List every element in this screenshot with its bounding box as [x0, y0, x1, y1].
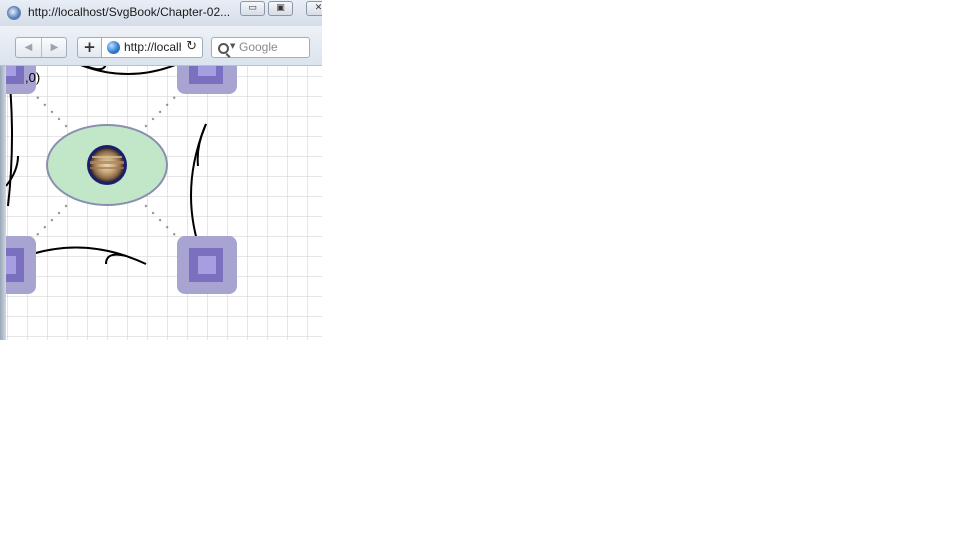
maximize-icon: ▣	[276, 3, 285, 13]
square-top-right	[177, 66, 237, 94]
forward-button[interactable]: ▶	[42, 38, 67, 57]
back-button[interactable]: ◀	[16, 38, 42, 57]
search-input[interactable]: Google	[239, 40, 278, 54]
browser-window: http://localhost/SvgBook/Chapter-02... ▭…	[0, 0, 322, 340]
address-input[interactable]: http://localhost/SvgBook/	[124, 40, 181, 54]
square-bottom-right	[177, 236, 237, 294]
coordinate-label: ,0)	[25, 70, 40, 85]
grid-background	[6, 66, 322, 340]
window-title: http://localhost/SvgBook/Chapter-02...	[28, 5, 231, 19]
jupiter-image	[87, 145, 127, 185]
close-button[interactable]: ✕	[306, 1, 322, 16]
search-engine-dropdown-icon[interactable]: ▼	[230, 42, 235, 50]
navigation-toolbar: ◀ ▶ + http://localhost/SvgBook/ ↻ ▼ Goog…	[0, 26, 322, 66]
title-bar[interactable]: http://localhost/SvgBook/Chapter-02... ▭…	[0, 0, 322, 26]
close-icon: ✕	[314, 3, 322, 13]
address-bar[interactable]: http://localhost/SvgBook/ ↻	[102, 37, 203, 58]
browser-app-icon	[7, 6, 21, 20]
maximize-button[interactable]: ▣	[268, 1, 293, 16]
search-icon[interactable]	[218, 43, 229, 54]
globe-icon	[107, 41, 120, 54]
reload-icon[interactable]: ↻	[186, 39, 197, 54]
forward-arrow-icon: ▶	[50, 42, 59, 53]
back-arrow-icon: ◀	[24, 42, 33, 53]
back-forward-group: ◀ ▶	[15, 37, 67, 58]
svg-canvas: ,0)	[6, 66, 322, 340]
page-content: ,0)	[6, 66, 322, 340]
plus-icon: +	[83, 38, 96, 56]
minimize-button[interactable]: ▭	[240, 1, 265, 16]
add-bookmark-button[interactable]: +	[77, 37, 102, 58]
square-bottom-left	[6, 236, 36, 294]
search-box[interactable]: ▼ Google	[211, 37, 310, 58]
minimize-icon: ▭	[248, 3, 257, 13]
